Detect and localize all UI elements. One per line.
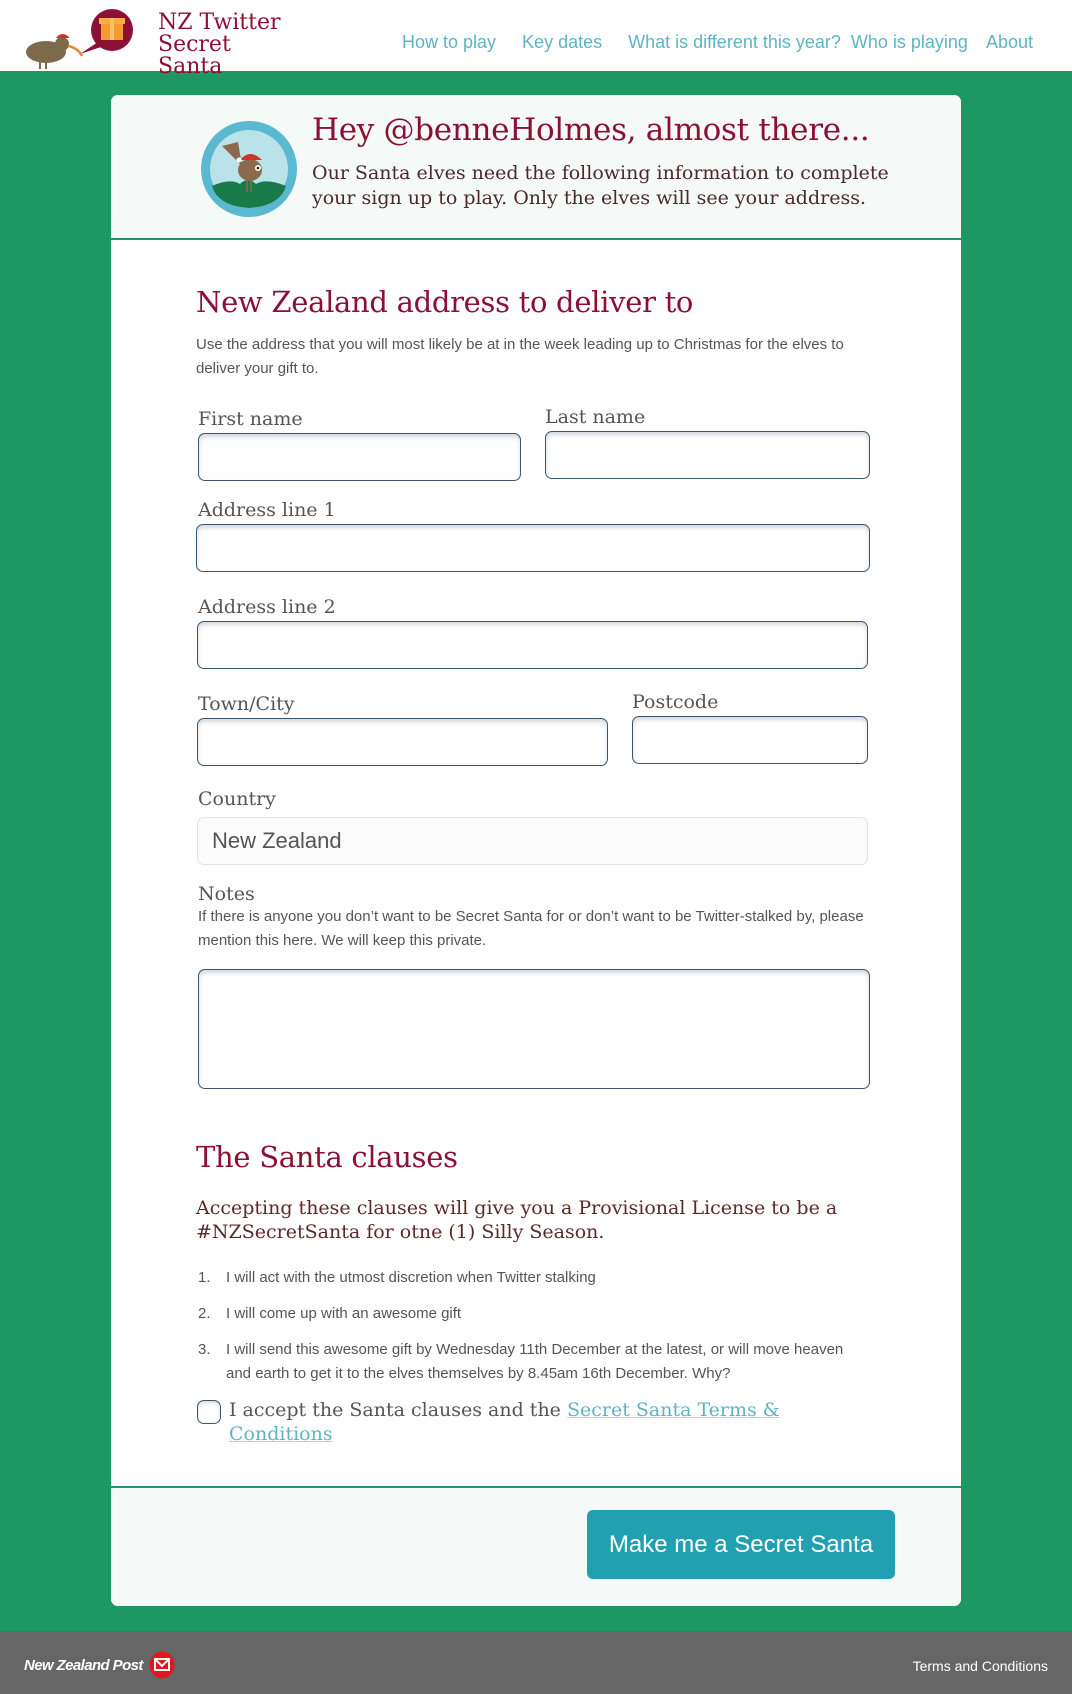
footer-terms-link[interactable]: Terms and Conditions (913, 1658, 1048, 1674)
country-label: Country (198, 788, 276, 810)
postcode-input[interactable] (632, 716, 868, 764)
town-label: Town/City (198, 693, 295, 715)
card-footer: Make me a Secret Santa (111, 1486, 961, 1606)
town-group: Town/City (197, 693, 608, 766)
signup-card: Hey @benneHolmes, almost there... Our Sa… (111, 95, 961, 1606)
accept-checkbox[interactable] (197, 1400, 221, 1424)
accept-prefix: I accept the Santa clauses and the (229, 1399, 567, 1421)
notes-help: If there is anyone you don’t want to be … (198, 908, 864, 949)
nav-about[interactable]: About (986, 32, 1033, 53)
nav-who-is-playing[interactable]: Who is playing (851, 32, 968, 53)
clauses-list: 1. I will act with the utmost discretion … (198, 1266, 886, 1386)
last-name-group: Last name (545, 406, 870, 479)
last-name-label: Last name (545, 406, 646, 428)
first-name-input[interactable] (198, 433, 521, 481)
nav-how-to-play[interactable]: How to play (402, 32, 496, 53)
notes-label: Notes (198, 883, 255, 905)
logo-text: NZ Twitter Secret Santa (158, 12, 290, 78)
postcode-label: Postcode (632, 691, 719, 713)
address-form: New Zealand address to deliver to Use th… (196, 285, 886, 1445)
greeting-title: Hey @benneHolmes, almost there... (312, 112, 870, 148)
address2-label: Address line 2 (198, 596, 336, 618)
address1-label: Address line 1 (198, 499, 336, 521)
nz-post-brand[interactable]: New Zealand Post (24, 1651, 175, 1679)
clause-text: I will act with the utmost discretion wh… (226, 1269, 596, 1286)
clause-number: 1. (198, 1269, 211, 1286)
kiwi-gift-logo-icon (26, 9, 133, 69)
clause-item: 1. I will act with the utmost discretion … (198, 1266, 886, 1290)
nav-key-dates[interactable]: Key dates (522, 32, 602, 53)
logo-line-1: NZ Twitter (158, 10, 281, 35)
clause-text: I will send this awesome gift by Wednesd… (226, 1341, 844, 1382)
nav-what-is-different[interactable]: What is different this year? (628, 32, 841, 53)
address-heading: New Zealand address to deliver to (196, 285, 694, 319)
notes-group: Notes If there is anyone you don’t want … (198, 883, 870, 1089)
first-name-group: First name (198, 408, 521, 481)
logo-line-2: Secret Santa (158, 32, 231, 79)
greeting-panel: Hey @benneHolmes, almost there... Our Sa… (111, 95, 961, 240)
nz-post-text: New Zealand Post (24, 1656, 143, 1674)
country-input (197, 817, 868, 865)
address1-group: Address line 1 (196, 499, 870, 572)
clause-number: 2. (198, 1305, 211, 1322)
first-name-label: First name (198, 408, 303, 430)
address2-input[interactable] (197, 621, 868, 669)
postcode-group: Postcode (632, 691, 868, 764)
site-logo[interactable]: NZ Twitter Secret Santa (20, 6, 290, 78)
accept-label: I accept the Santa clauses and the Secre… (229, 1398, 789, 1446)
town-input[interactable] (197, 718, 608, 766)
greeting-body: Our Santa elves need the following infor… (312, 162, 889, 209)
clause-item: 2. I will come up with an awesome gift (198, 1302, 886, 1326)
clauses-heading: The Santa clauses (196, 1140, 458, 1174)
address2-group: Address line 2 (197, 596, 868, 669)
site-footer: New Zealand Post Terms and Conditions (0, 1631, 1072, 1694)
make-secret-santa-button[interactable]: Make me a Secret Santa (587, 1510, 895, 1579)
clause-text: I will come up with an awesome gift (226, 1305, 462, 1322)
address1-input[interactable] (196, 524, 870, 572)
last-name-input[interactable] (545, 431, 870, 479)
country-group: Country (197, 788, 868, 865)
clause-item: 3. I will send this awesome gift by Wedne… (198, 1338, 886, 1386)
clauses-intro: Accepting these clauses will give you a … (196, 1197, 838, 1243)
notes-textarea[interactable] (198, 969, 870, 1089)
fantail-avatar-icon (201, 121, 297, 217)
nz-post-envelope-icon (149, 1651, 175, 1679)
accept-row: I accept the Santa clauses and the Secre… (197, 1398, 886, 1446)
top-header: NZ Twitter Secret Santa How to play Key … (0, 0, 1072, 78)
address-description: Use the address that you will most likel… (196, 336, 844, 377)
main-nav: How to play Key dates What is different … (402, 32, 968, 53)
clauses-section: The Santa clauses Accepting these clause… (196, 1140, 886, 1446)
clause-number: 3. (198, 1341, 211, 1358)
